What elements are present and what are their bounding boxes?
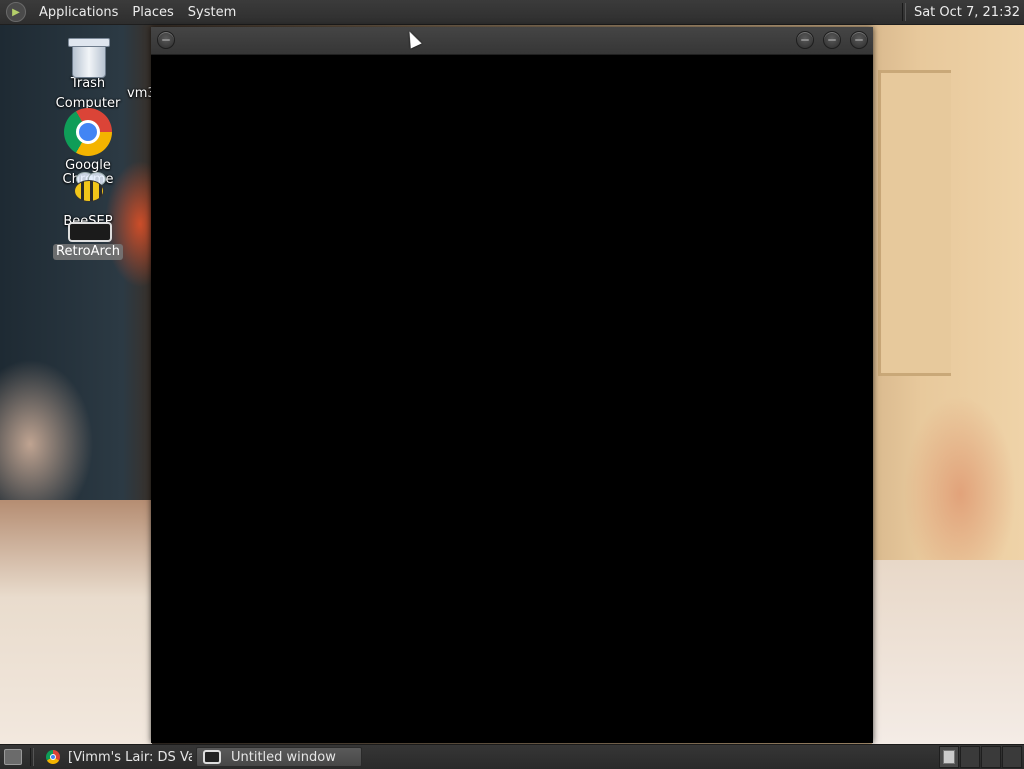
- window-titlebar[interactable]: [151, 27, 873, 55]
- panel-separator: [30, 748, 34, 766]
- desktop-icon-retroarch[interactable]: RetroArch: [38, 218, 138, 260]
- workspace-1[interactable]: [939, 746, 959, 768]
- taskbar-item-untitled-window[interactable]: Untitled window: [196, 747, 362, 767]
- panel-separator: [901, 3, 906, 21]
- desktop-icon-label: Trash: [70, 76, 106, 91]
- taskbar-item-label: Untitled window: [231, 749, 336, 765]
- taskbar-item-label: [Vimm's Lair: DS Va...: [68, 749, 192, 765]
- menu-logo-icon[interactable]: ▶: [6, 2, 26, 22]
- desktop-icon-vm3[interactable]: vm3: [124, 86, 152, 102]
- maximize-button[interactable]: [823, 31, 841, 49]
- desktop-icon-label: vm3: [127, 86, 152, 101]
- workspace-switcher: [938, 746, 1022, 768]
- retroarch-icon: [64, 218, 112, 242]
- workspace-3[interactable]: [981, 746, 1001, 768]
- taskbar-item-chrome[interactable]: [Vimm's Lair: DS Va...: [40, 747, 192, 767]
- minimize-button[interactable]: [796, 31, 814, 49]
- show-desktop-icon[interactable]: [4, 749, 22, 765]
- untitled-window[interactable]: [151, 27, 873, 743]
- clock[interactable]: Sat Oct 7, 21:32: [914, 5, 1024, 20]
- bottom-panel: [Vimm's Lair: DS Va... Untitled window: [0, 744, 1024, 769]
- wallpaper-region: [872, 560, 1024, 744]
- desktop-icon-trash[interactable]: Trash: [38, 34, 138, 92]
- chrome-icon: [64, 108, 112, 156]
- chrome-icon: [46, 750, 60, 764]
- window-content[interactable]: [151, 55, 873, 743]
- window-menu-button[interactable]: [157, 31, 175, 49]
- workspace-4[interactable]: [1002, 746, 1022, 768]
- menu-places[interactable]: Places: [125, 5, 180, 20]
- close-button[interactable]: [850, 31, 868, 49]
- trash-icon: [66, 34, 110, 78]
- menu-system[interactable]: System: [181, 5, 243, 20]
- wallpaper-region: [0, 500, 152, 744]
- top-panel: ▶ Applications Places System Sat Oct 7, …: [0, 0, 1024, 25]
- workspace-2[interactable]: [960, 746, 980, 768]
- panel-right-area: Sat Oct 7, 21:32: [901, 0, 1024, 24]
- desktop-icon-label: RetroArch: [53, 244, 123, 260]
- wallpaper-region: [878, 70, 951, 376]
- bee-icon: [68, 170, 108, 206]
- menu-applications[interactable]: Applications: [32, 5, 125, 20]
- retroarch-icon: [203, 750, 221, 764]
